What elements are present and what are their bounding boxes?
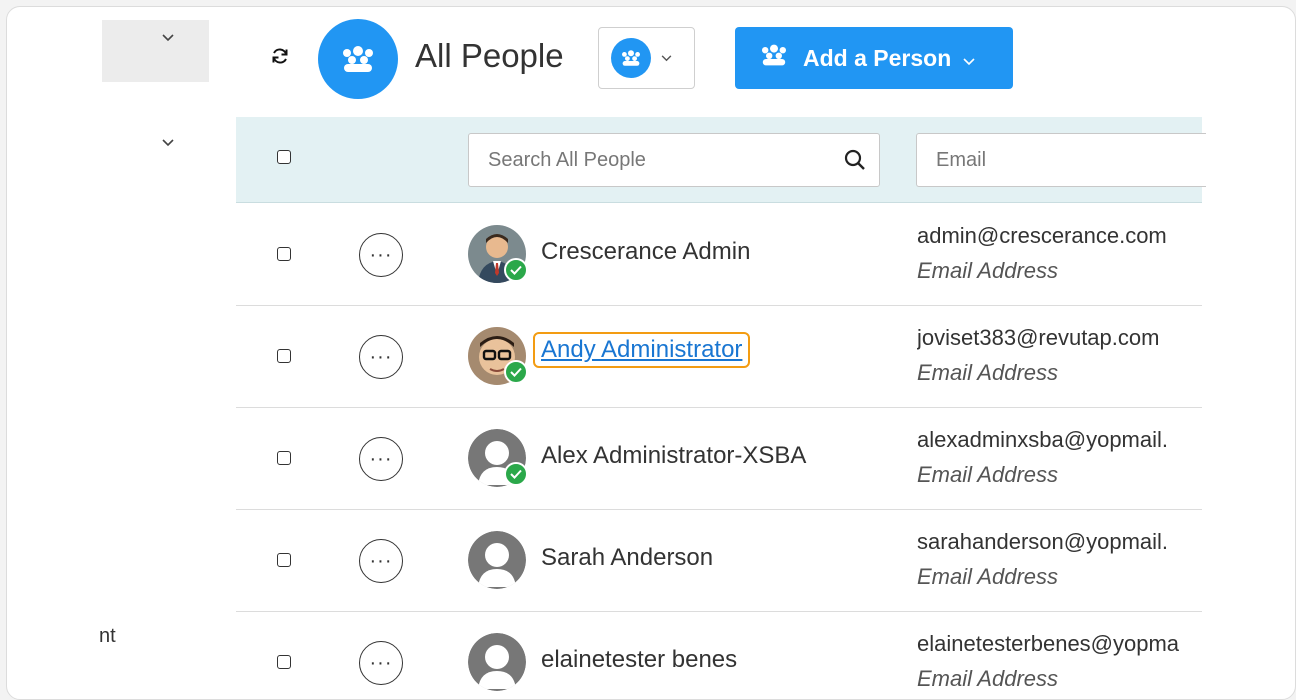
search-icon[interactable] xyxy=(843,148,867,178)
verified-check-icon xyxy=(504,360,528,384)
sidebar-item-selected[interactable] xyxy=(102,20,209,82)
verified-check-icon xyxy=(504,258,528,282)
email-type-label: Email Address xyxy=(917,666,1059,691)
table-row: ··· Alex Administrator-XSBA alexadminxsb… xyxy=(236,407,1202,510)
table-row: ··· elainetester benes elainetesterbenes… xyxy=(236,611,1202,699)
person-name[interactable]: Sarah Anderson xyxy=(541,544,713,572)
more-options-icon[interactable]: ··· xyxy=(359,335,403,379)
person-email: alexadminxsba@yopmail. xyxy=(917,427,1169,452)
add-person-label: Add a Person xyxy=(803,44,952,71)
people-group-icon xyxy=(611,38,651,78)
email-type-label: Email Address xyxy=(917,462,1059,487)
person-email: admin@crescerance.com xyxy=(917,223,1167,248)
person-email: elainetesterbenes@yopma xyxy=(917,631,1180,656)
more-options-icon[interactable]: ··· xyxy=(359,539,403,583)
more-options-icon[interactable]: ··· xyxy=(359,641,403,685)
chevron-down-icon[interactable] xyxy=(162,135,174,150)
email-type-label: Email Address xyxy=(917,360,1059,385)
email-filter-input[interactable]: Email xyxy=(916,133,1206,187)
person-email: sarahanderson@yopmail. xyxy=(917,529,1169,554)
email-type-label: Email Address xyxy=(917,258,1059,283)
search-placeholder: Search All People xyxy=(488,148,646,171)
select-all-checkbox[interactable] xyxy=(277,150,291,164)
person-email: joviset383@revutap.com xyxy=(917,325,1160,350)
people-group-icon xyxy=(318,19,398,99)
row-checkbox[interactable] xyxy=(277,349,291,363)
avatar xyxy=(468,633,526,691)
row-checkbox[interactable] xyxy=(277,451,291,465)
row-checkbox[interactable] xyxy=(277,247,291,261)
refresh-icon[interactable] xyxy=(270,46,290,66)
chevron-down-icon xyxy=(661,49,672,67)
avatar xyxy=(468,531,526,589)
people-group-icon xyxy=(757,43,791,73)
more-options-icon[interactable]: ··· xyxy=(359,233,403,277)
search-input[interactable]: Search All People xyxy=(468,133,880,187)
email-type-label: Email Address xyxy=(917,564,1059,589)
person-name-link[interactable]: Andy Administrator xyxy=(533,332,751,368)
table-row: ··· Sarah Anderson sarahanderson@yopmail… xyxy=(236,509,1202,612)
table-row: ··· Andy Administrator joviset383@revuta… xyxy=(236,305,1202,408)
verified-check-icon xyxy=(504,462,528,486)
chevron-down-icon[interactable] xyxy=(162,30,174,45)
app-window: nt All People Add a Person Search All Pe… xyxy=(6,6,1296,700)
more-options-icon[interactable]: ··· xyxy=(359,437,403,481)
person-name[interactable]: Crescerance Admin xyxy=(541,238,750,266)
chevron-down-icon xyxy=(963,45,975,72)
sidebar-item-label[interactable]: nt xyxy=(99,625,116,648)
row-checkbox[interactable] xyxy=(277,553,291,567)
view-selector-dropdown[interactable] xyxy=(598,27,695,89)
table-row: ··· Crescerance Admin admin@crescerance.… xyxy=(236,203,1202,306)
person-name[interactable]: Alex Administrator-XSBA xyxy=(541,442,806,470)
page-title: All People xyxy=(415,37,564,74)
person-name[interactable]: elainetester benes xyxy=(541,646,737,674)
add-person-button[interactable]: Add a Person xyxy=(735,27,1013,89)
email-placeholder: Email xyxy=(936,148,987,171)
row-checkbox[interactable] xyxy=(277,655,291,669)
